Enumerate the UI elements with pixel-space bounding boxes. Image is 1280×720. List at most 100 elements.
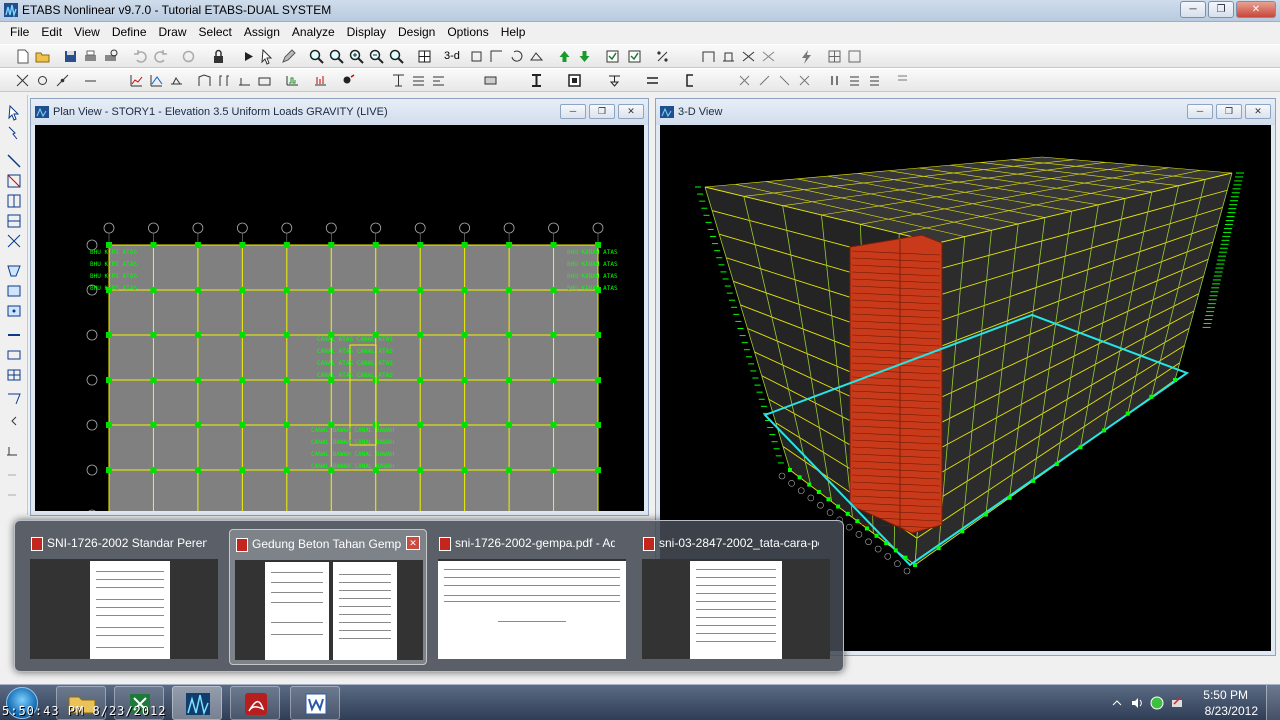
- select-object-button[interactable]: [5, 105, 23, 121]
- section-cut-button[interactable]: [148, 72, 165, 89]
- divide-button[interactable]: [776, 72, 793, 89]
- save-button[interactable]: [62, 48, 79, 65]
- plan-view-window[interactable]: Plan View - STORY1 - Elevation 3.5 Unifo…: [30, 98, 649, 516]
- zoom-in-button[interactable]: [348, 48, 365, 65]
- three-d-view-button[interactable]: 3-d: [444, 48, 464, 65]
- plan-view-canvas[interactable]: BHU KIRI ATAS BHU KIRI ATAS BHU KIRI ATA…: [35, 125, 644, 511]
- create-walls-button[interactable]: [5, 347, 23, 363]
- draw-area-button[interactable]: [5, 263, 23, 279]
- clear-selection-button[interactable]: [5, 483, 23, 499]
- clock-time[interactable]: 5:50 PM: [1203, 688, 1248, 702]
- link-button[interactable]: [760, 48, 777, 65]
- snap-middle-button[interactable]: [54, 72, 71, 89]
- print-preview-button[interactable]: [102, 48, 119, 65]
- snap-options-dropdown[interactable]: [82, 72, 99, 89]
- more-options-button[interactable]: [894, 72, 911, 89]
- replicate-button[interactable]: [736, 72, 753, 89]
- objects-shown-button[interactable]: [604, 48, 621, 65]
- draw-opening-button[interactable]: [5, 391, 23, 407]
- three-d-view-titlebar[interactable]: 3-D View ─ ❐ ✕: [656, 99, 1275, 125]
- power-icon[interactable]: [1170, 696, 1184, 710]
- plan-view-close-button[interactable]: ✕: [618, 104, 644, 119]
- align-button[interactable]: [846, 72, 863, 89]
- menu-file[interactable]: File: [4, 25, 35, 39]
- move-down-button[interactable]: [576, 48, 593, 65]
- draw-tool-button[interactable]: [280, 48, 297, 65]
- create-area-click-button[interactable]: [5, 303, 23, 319]
- merge-button[interactable]: [756, 72, 773, 89]
- menu-help[interactable]: Help: [495, 25, 532, 39]
- create-beam-button[interactable]: [5, 213, 23, 229]
- lightning-button[interactable]: [798, 48, 815, 65]
- run-analysis-button[interactable]: [240, 48, 257, 65]
- menu-display[interactable]: Display: [341, 25, 392, 39]
- menu-edit[interactable]: Edit: [35, 25, 68, 39]
- move-up-button[interactable]: [556, 48, 573, 65]
- menu-select[interactable]: Select: [193, 25, 238, 39]
- show-loads-button[interactable]: [168, 72, 185, 89]
- snap-points-button[interactable]: [14, 72, 31, 89]
- select-pointer-button[interactable]: [258, 48, 275, 65]
- clock-date[interactable]: 8/23/2012: [1205, 704, 1258, 718]
- thumbnail-gedung-beton[interactable]: Gedung Beton Tahan Gemp... ✕: [229, 529, 427, 665]
- support-button[interactable]: [606, 72, 623, 89]
- snap-ends-button[interactable]: [34, 72, 51, 89]
- bracket-button[interactable]: [682, 72, 699, 89]
- menu-assign[interactable]: Assign: [238, 25, 286, 39]
- taskbar-acrobat[interactable]: [230, 686, 280, 720]
- open-button[interactable]: [34, 48, 51, 65]
- energy-button[interactable]: [284, 72, 301, 89]
- zoom-out-button[interactable]: [368, 48, 385, 65]
- thumbnail-close-button[interactable]: ✕: [406, 536, 420, 550]
- rotate-button[interactable]: [508, 48, 525, 65]
- thumbnail-sni-1726-standar[interactable]: SNI-1726-2002 Standar Perenca...: [25, 529, 223, 665]
- deformed-shape-button[interactable]: [196, 72, 213, 89]
- restraint-button[interactable]: [644, 72, 661, 89]
- pan-button[interactable]: [388, 48, 405, 65]
- zoom-restore-button[interactable]: [328, 48, 345, 65]
- percent-dropdown[interactable]: [654, 48, 671, 65]
- menu-draw[interactable]: Draw: [153, 25, 193, 39]
- grid-button[interactable]: [826, 48, 843, 65]
- thumbnail-sni-2847[interactable]: sni-03-2847-2002_tata-cara-per...: [637, 529, 835, 665]
- perspective-button[interactable]: [528, 48, 545, 65]
- cursor-i-button[interactable]: [528, 72, 545, 89]
- menu-view[interactable]: View: [68, 25, 106, 39]
- show-desktop-button[interactable]: [1266, 685, 1280, 720]
- minimize-button[interactable]: ─: [1180, 1, 1206, 18]
- draw-rect-area-button[interactable]: [5, 283, 23, 299]
- redo-button[interactable]: [152, 48, 169, 65]
- plan-view-maximize-button[interactable]: ❐: [589, 104, 615, 119]
- frame-section-button[interactable]: [700, 48, 717, 65]
- zoom-window-button[interactable]: [308, 48, 325, 65]
- elevation-view-button[interactable]: [488, 48, 505, 65]
- menu-options[interactable]: Options: [441, 25, 494, 39]
- mode-shape-button[interactable]: [216, 72, 233, 89]
- thumbnail-sni-1726-gempa[interactable]: sni-1726-2002-gempa.pdf - Ado...: [433, 529, 631, 665]
- reference-plane-button[interactable]: [482, 72, 499, 89]
- response-button[interactable]: [312, 72, 329, 89]
- menu-design[interactable]: Design: [392, 25, 441, 39]
- new-file-button[interactable]: [14, 48, 31, 65]
- menu-define[interactable]: Define: [106, 25, 153, 39]
- volume-icon[interactable]: [1130, 696, 1144, 710]
- set-display-button[interactable]: [626, 48, 643, 65]
- stress-button[interactable]: [256, 72, 273, 89]
- plan-toggle-button[interactable]: [468, 48, 485, 65]
- reference-line-button[interactable]: [430, 72, 447, 89]
- undo-button[interactable]: [132, 48, 149, 65]
- previous-selection-button[interactable]: [5, 463, 23, 479]
- create-column-button[interactable]: [5, 193, 23, 209]
- create-grid-walls-button[interactable]: [5, 367, 23, 383]
- plan-view-titlebar[interactable]: Plan View - STORY1 - Elevation 3.5 Unifo…: [31, 99, 648, 125]
- reshape-object-button[interactable]: [5, 125, 23, 141]
- print-button[interactable]: [82, 48, 99, 65]
- brace-button[interactable]: [740, 48, 757, 65]
- pause-button[interactable]: [826, 72, 843, 89]
- draw-wall-button[interactable]: [5, 327, 23, 343]
- lock-button[interactable]: [210, 48, 227, 65]
- extrude-button[interactable]: [796, 72, 813, 89]
- select-all-button[interactable]: [5, 443, 23, 459]
- wall-section-button[interactable]: [720, 48, 737, 65]
- three-d-view-minimize-button[interactable]: ─: [1187, 104, 1213, 119]
